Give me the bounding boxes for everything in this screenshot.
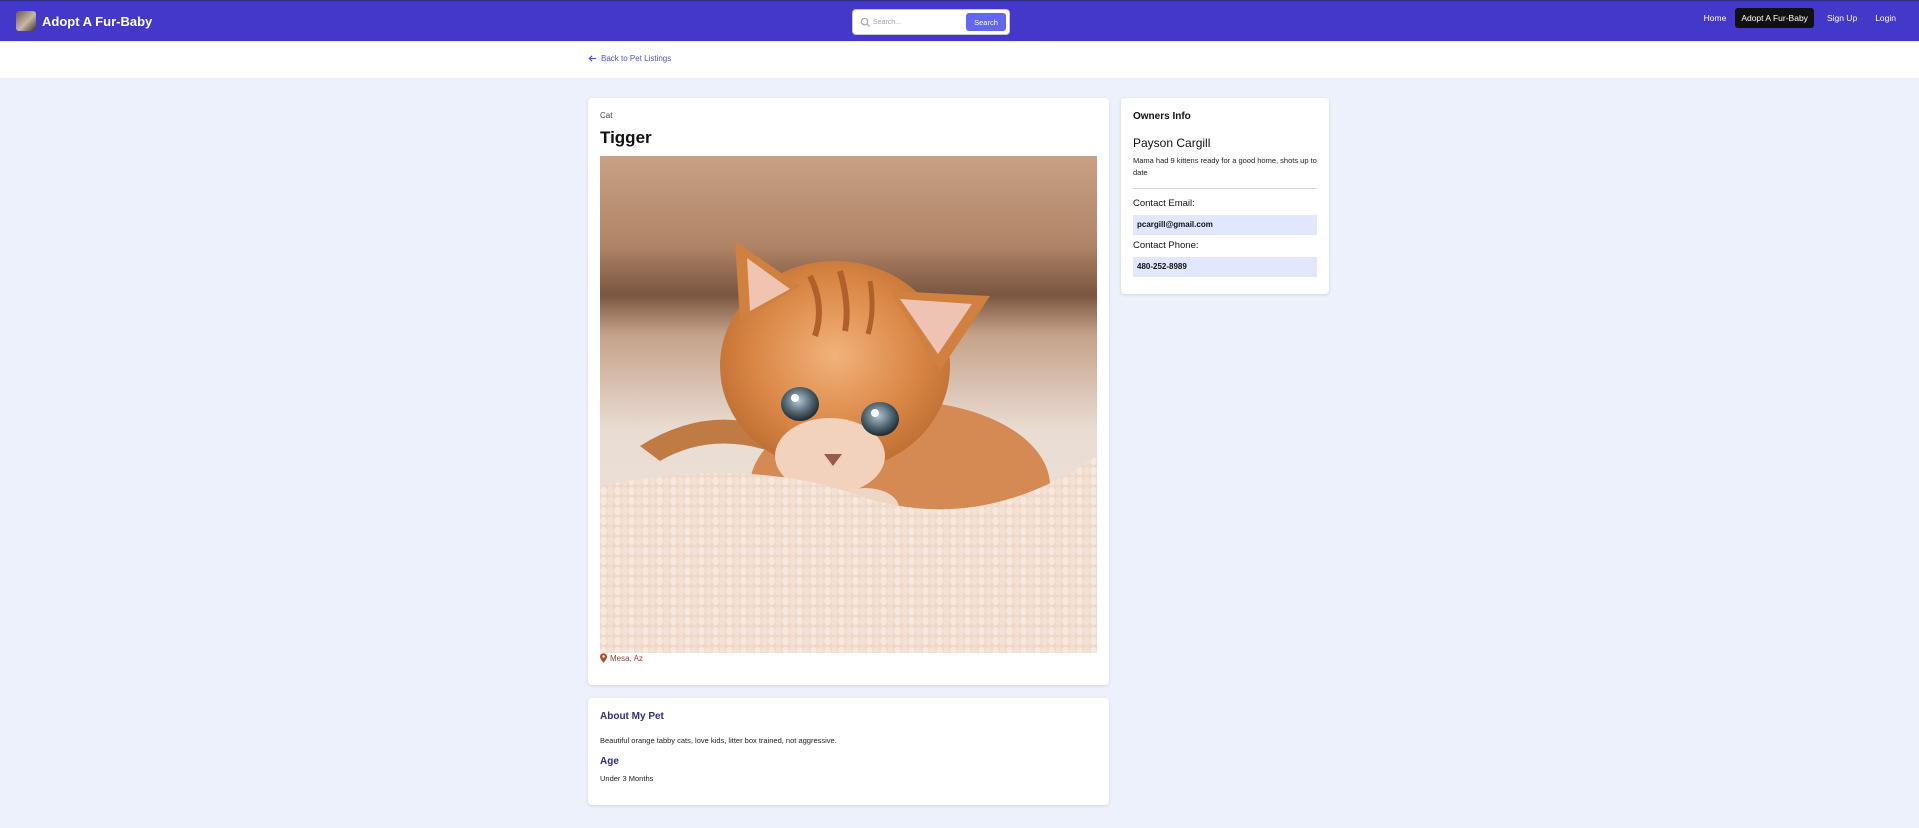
pet-category: Cat — [600, 111, 613, 120]
search-icon — [860, 17, 871, 28]
about-pet-card: About My Pet Beautiful orange tabby cats… — [588, 698, 1109, 805]
pet-location: Mesa, Az — [600, 653, 643, 663]
divider — [1133, 188, 1317, 189]
search-bar: Search — [852, 9, 1010, 35]
back-to-listings-link[interactable]: Back to Pet Listings — [588, 54, 671, 63]
owner-description: Mama had 9 kittens ready for a good home… — [1133, 156, 1317, 177]
location-pin-icon — [600, 653, 607, 663]
brand-logo-icon — [16, 11, 36, 31]
nav-signup-link[interactable]: Sign Up — [1822, 8, 1862, 28]
contact-phone-label: Contact Phone: — [1133, 240, 1199, 251]
brand-title: Adopt A Fur-Baby — [42, 13, 153, 29]
search-input[interactable] — [871, 14, 966, 30]
nav-adopt-link[interactable]: Adopt A Fur-Baby — [1735, 8, 1814, 28]
owner-info-card: Owners Info Payson Cargill Mama had 9 ki… — [1121, 98, 1329, 294]
age-value: Under 3 Months — [600, 774, 654, 783]
pet-detail-card: Cat Tigger Mesa, Az — [588, 98, 1109, 685]
back-bar: Back to Pet Listings — [0, 42, 1919, 78]
age-title: Age — [600, 756, 619, 767]
about-description: Beautiful orange tabby cats, love kids, … — [600, 736, 837, 745]
nav-home-link[interactable]: Home — [1699, 8, 1732, 28]
pet-name: Tigger — [600, 128, 652, 147]
contact-phone-value[interactable]: 480-252-8989 — [1133, 257, 1317, 277]
nav-links: Home Adopt A Fur-Baby Sign Up Login — [1691, 8, 1901, 28]
owner-name: Payson Cargill — [1133, 136, 1211, 150]
arrow-left-icon — [588, 55, 597, 62]
owner-heading: Owners Info — [1133, 111, 1191, 122]
contact-email-label: Contact Email: — [1133, 198, 1195, 209]
about-title: About My Pet — [600, 711, 664, 722]
pet-photo — [600, 156, 1097, 653]
back-link-label: Back to Pet Listings — [601, 54, 672, 63]
top-navbar: Adopt A Fur-Baby Search Home Adopt A Fur… — [0, 0, 1919, 41]
contact-email-value[interactable]: pcargill@gmail.com — [1133, 215, 1317, 235]
brand-home-link[interactable]: Adopt A Fur-Baby — [16, 11, 152, 31]
nav-login-link[interactable]: Login — [1870, 8, 1901, 28]
search-button[interactable]: Search — [966, 13, 1006, 31]
pet-location-text: Mesa, Az — [610, 653, 643, 663]
